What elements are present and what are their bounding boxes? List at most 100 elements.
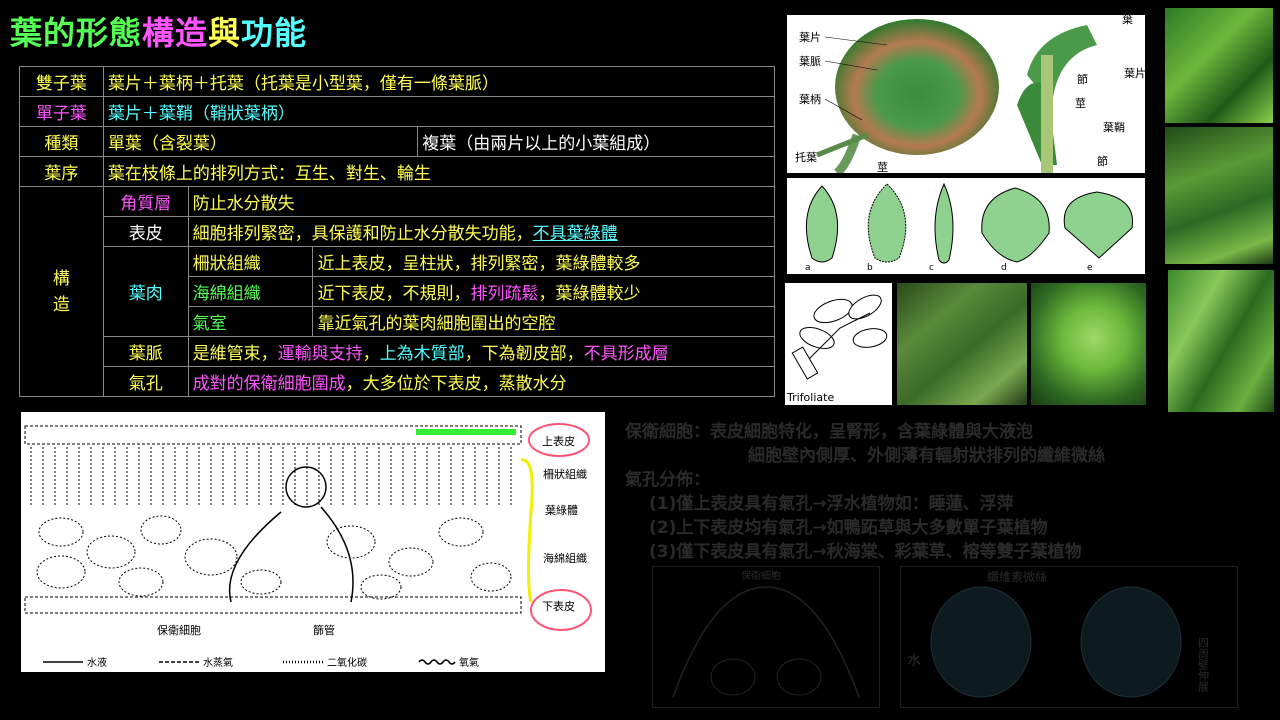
vein-text-a: 是維管束， bbox=[192, 344, 278, 364]
legend-vapor: 水蒸氣 bbox=[203, 656, 233, 669]
label-vein: 葉脈 bbox=[799, 54, 821, 68]
cuticle-name: 角質層 bbox=[102, 186, 189, 217]
table-row: 氣孔 成對的保衛細胞圍成，大多位於下表皮，蒸散水分 bbox=[20, 366, 776, 397]
dim-microfibril-image: 纖維素微絲 水 四周壁伸展 bbox=[900, 566, 1238, 708]
label-guard-cell: 保衛細胞 bbox=[157, 623, 201, 637]
leaf-shapes-panel: a b c d e bbox=[787, 178, 1145, 274]
shape-label-b: b bbox=[867, 263, 873, 273]
table-row: 葉序 葉在枝條上的排列方式：互生、對生、輪生 bbox=[19, 156, 776, 187]
epidermis-text-b: 不具葉綠體 bbox=[532, 224, 618, 244]
row-head-type: 種類 bbox=[19, 126, 104, 157]
spongy-text-a: 近下表皮，不規則， bbox=[317, 284, 471, 304]
row-head-dicot: 雙子葉 bbox=[19, 66, 104, 97]
vascular-bundle bbox=[285, 466, 327, 508]
label-stem: 莖 bbox=[877, 161, 888, 173]
row-text-monocot: 葉片＋葉鞘（鞘狀葉柄） bbox=[102, 96, 776, 127]
air-text: 靠近氣孔的葉肉細胞圍出的空腔 bbox=[312, 306, 775, 337]
table-row: 雙子葉 葉片＋葉柄＋托葉（托葉是小型葉，僅有一條葉脈） bbox=[19, 66, 776, 97]
mesophyll-bracket bbox=[520, 458, 534, 603]
title-part-4: 功能 bbox=[241, 14, 308, 52]
table-row: 構 造 角質層 防止水分散失 bbox=[19, 186, 776, 397]
spongy-name: 海綿組織 bbox=[187, 276, 314, 307]
table-row: 種類 單葉（含裂葉） 複葉（由兩片以上的小葉組成） bbox=[19, 126, 775, 157]
label-sheath: 葉鞘 bbox=[1103, 120, 1125, 134]
note-line-4: (1)僅上表皮具有氣孔→浮水植物如：睡蓮、浮萍 bbox=[649, 494, 1014, 514]
palisade-cells bbox=[30, 447, 512, 507]
note-line-2: 細胞壁內側厚、外側薄有輻射狀排列的纖維微絲 bbox=[748, 446, 1105, 466]
guard-cell-notes: 保衛細胞：表皮細胞特化，呈腎形，含葉綠體與大液泡 細胞壁內側厚、外側薄有輻射狀排… bbox=[625, 420, 1275, 564]
label-stem2: 莖 bbox=[1075, 97, 1086, 110]
dim-label-water: 水 bbox=[907, 653, 921, 669]
table-row: 表皮 細胞排列緊密，具保護和防止水分散失功能，不具葉綠體 bbox=[20, 216, 776, 247]
mesophyll-name: 葉肉 bbox=[102, 246, 189, 337]
epidermis-text-a: 細胞排列緊密，具保護和防止水分散失功能， bbox=[192, 224, 533, 244]
note-line-6: (3)僅下表皮具有氣孔→秋海棠、彩葉草、榕等雙子葉植物 bbox=[649, 542, 1082, 562]
vein-text-f: 不具形成層 bbox=[583, 344, 669, 364]
cuticle-text: 防止水分散失 bbox=[187, 186, 776, 217]
epidermis-name: 表皮 bbox=[102, 216, 189, 247]
row-text-compound: 複葉（由兩片以上的小葉組成） bbox=[417, 126, 775, 157]
spongy-cells bbox=[36, 515, 512, 600]
stoma-text-a: 成對的保衛細胞圍成 bbox=[192, 374, 346, 394]
vein-text-e: ，下為韌皮部， bbox=[464, 344, 584, 364]
shape-label-e: e bbox=[1087, 263, 1093, 273]
air-name: 氣室 bbox=[187, 306, 314, 337]
stoma-text-b: ，大多位於下表皮，蒸散水分 bbox=[345, 374, 567, 394]
shape-label-d: d bbox=[1001, 263, 1007, 273]
row-text-arrangement: 葉在枝條上的排列方式：互生、對生、輪生 bbox=[102, 156, 776, 187]
spongy-text-c: ，葉綠體較少 bbox=[538, 284, 641, 304]
label-stipule: 托葉 bbox=[795, 150, 817, 164]
stoma-text: 成對的保衛細胞圍成，大多位於下表皮，蒸散水分 bbox=[187, 366, 776, 397]
vein-name: 葉脈 bbox=[102, 336, 189, 367]
note-line-5: (2)上下表皮均有氣孔→如鴨跖草與大多數單子葉植物 bbox=[649, 518, 1048, 538]
table-row: 葉脈 是維管束，運輸與支持，上為木質部，下為韌皮部，不具形成層 bbox=[20, 336, 776, 367]
label-blade2: 葉片 bbox=[1124, 66, 1145, 80]
photo-palmate bbox=[1031, 283, 1146, 405]
label-lower-epidermis: 下表皮 bbox=[542, 599, 575, 613]
legend-oxygen: 氧氣 bbox=[459, 656, 479, 669]
dim-label-stretch: 四周壁伸展 bbox=[1197, 637, 1210, 693]
cross-section-svg: 上表皮 柵狀組織 葉綠體 海綿組織 下表皮 保衛細胞 篩管 水液 水蒸氣 二氧化… bbox=[24, 423, 592, 669]
row-text-simple: 單葉（含裂葉） bbox=[102, 126, 419, 157]
legend-co2: 二氧化碳 bbox=[327, 656, 367, 669]
leaf-parts-diagram: 葉片 葉脈 葉柄 托葉 莖 葉 葉片 節 莖 葉鞘 節 bbox=[787, 15, 1145, 173]
table-row: 單子葉 葉片＋葉鞘（鞘狀葉柄） bbox=[19, 96, 776, 127]
note-line-3: 氣孔分佈： bbox=[625, 470, 710, 490]
table-row: 葉肉 柵狀組織 近上表皮，呈柱狀，排列緊密，葉綠體較多 bbox=[20, 246, 775, 337]
title-part-3: 與 bbox=[208, 14, 242, 52]
label-upper-epidermis: 上表皮 bbox=[542, 434, 575, 448]
label-palisade: 柵狀組織 bbox=[543, 467, 587, 481]
page-title: 葉的形態構造與功能 bbox=[10, 8, 307, 54]
shape-label-c: c bbox=[929, 263, 934, 273]
trifoliate-label: Trifoliate bbox=[786, 391, 834, 404]
row-head-arrangement: 葉序 bbox=[19, 156, 104, 187]
palisade-name: 柵狀組織 bbox=[187, 246, 314, 277]
legend-water: 水液 bbox=[87, 656, 107, 669]
photo-leaves-3 bbox=[1168, 270, 1274, 412]
palisade-text: 近上表皮，呈柱狀，排列緊密，葉綠體較多 bbox=[312, 246, 775, 277]
label-blade: 葉片 bbox=[799, 30, 821, 44]
label-node2: 節 bbox=[1097, 154, 1108, 168]
vein-text-d: 上為木質部 bbox=[379, 344, 465, 364]
dim-label-microfibril: 纖維素微絲 bbox=[987, 569, 1047, 584]
row-head-structure: 構 造 bbox=[19, 186, 104, 397]
trifoliate-svg: Trifoliate bbox=[786, 294, 888, 404]
note-line-1: 保衛細胞：表皮細胞特化，呈腎形，含葉綠體與大液泡 bbox=[625, 422, 1033, 442]
label-chloroplast: 葉綠體 bbox=[545, 503, 578, 517]
vein-text-b: 運輸與支持 bbox=[277, 344, 363, 364]
leaf-blade-shape bbox=[835, 19, 999, 155]
leaf-cross-section: 上表皮 柵狀組織 葉綠體 海綿組織 下表皮 保衛細胞 篩管 水液 水蒸氣 二氧化… bbox=[21, 412, 605, 672]
photo-fern bbox=[897, 283, 1027, 405]
row-text-dicot: 葉片＋葉柄＋托葉（托葉是小型葉，僅有一條葉脈） bbox=[102, 66, 776, 97]
dim-label-guard: 保衛細胞 bbox=[741, 569, 781, 582]
leaf-info-table: 雙子葉 葉片＋葉柄＋托葉（托葉是小型葉，僅有一條葉脈） 單子葉 葉片＋葉鞘（鞘狀… bbox=[19, 66, 776, 397]
photo-leaves-2 bbox=[1165, 127, 1273, 264]
vein-text: 是維管束，運輸與支持，上為木質部，下為韌皮部，不具形成層 bbox=[187, 336, 776, 367]
trifoliate-panel: Trifoliate bbox=[785, 283, 892, 405]
label-leaf: 葉 bbox=[1122, 15, 1133, 26]
shape-label-a: a bbox=[805, 263, 811, 273]
row-head-monocot: 單子葉 bbox=[19, 96, 104, 127]
spongy-text: 近下表皮，不規則，排列疏鬆，葉綠體較少 bbox=[312, 276, 775, 307]
title-part-2: 構造 bbox=[142, 14, 209, 52]
label-spongy: 海綿組織 bbox=[543, 551, 587, 565]
